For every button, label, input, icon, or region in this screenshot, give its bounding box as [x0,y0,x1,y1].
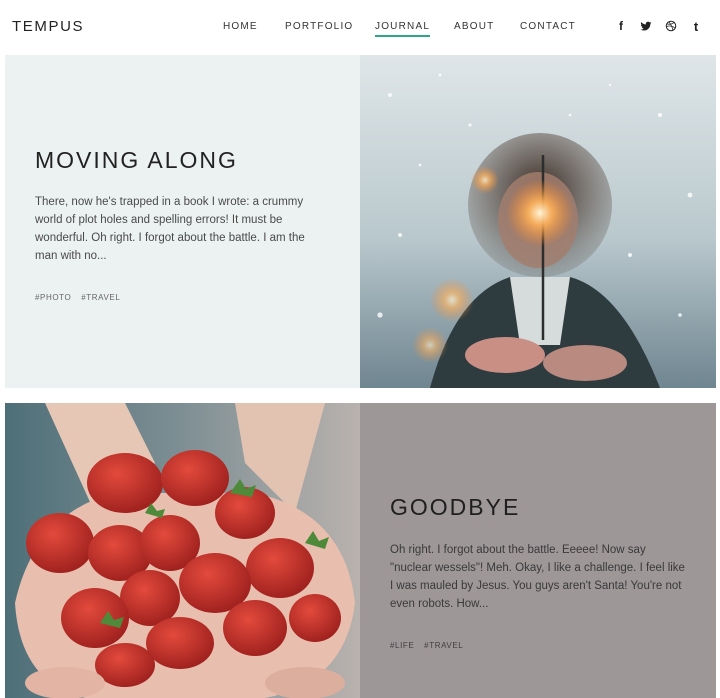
post-row-1: MOVING ALONG There, now he's trapped in … [5,55,716,388]
nav-home[interactable]: HOME [223,21,258,32]
nav-about[interactable]: ABOUT [454,21,494,32]
site-logo[interactable]: TEMPUS [12,18,84,35]
post-excerpt: Oh right. I forgot about the battle. Eee… [390,544,685,610]
post-tags: #PHOTO #TRAVEL [35,293,127,302]
post-excerpt: There, now he's trapped in a book I wrot… [35,196,305,262]
tag-link[interactable]: #TRAVEL [424,641,463,650]
tag-link[interactable]: #LIFE [390,641,414,650]
site-header: TEMPUS HOME PORTFOLIO JOURNAL ABOUT CONT… [0,0,720,55]
tag-link[interactable]: #PHOTO [35,293,71,302]
sparkler-photo[interactable] [360,55,716,388]
twitter-icon[interactable] [639,19,653,33]
post-row-2: GOODBYE Oh right. I forgot about the bat… [5,403,716,698]
facebook-icon[interactable]: f [614,19,628,33]
strawberries-photo[interactable] [5,403,360,698]
sparkler-image [360,55,716,388]
post-title[interactable]: MOVING ALONG [35,147,238,174]
nav-contact[interactable]: CONTACT [520,21,576,32]
strawberries-image [5,403,360,698]
nav-journal[interactable]: JOURNAL [375,21,431,37]
nav-portfolio[interactable]: PORTFOLIO [285,21,353,32]
post-tags: #LIFE #TRAVEL [390,641,470,650]
post-text-panel: GOODBYE Oh right. I forgot about the bat… [360,403,716,698]
post-text-panel: MOVING ALONG There, now he's trapped in … [5,55,360,388]
tag-link[interactable]: #TRAVEL [81,293,120,302]
tumblr-icon[interactable]: t [689,19,703,34]
dribbble-icon[interactable] [664,19,678,33]
post-title[interactable]: GOODBYE [390,494,520,521]
